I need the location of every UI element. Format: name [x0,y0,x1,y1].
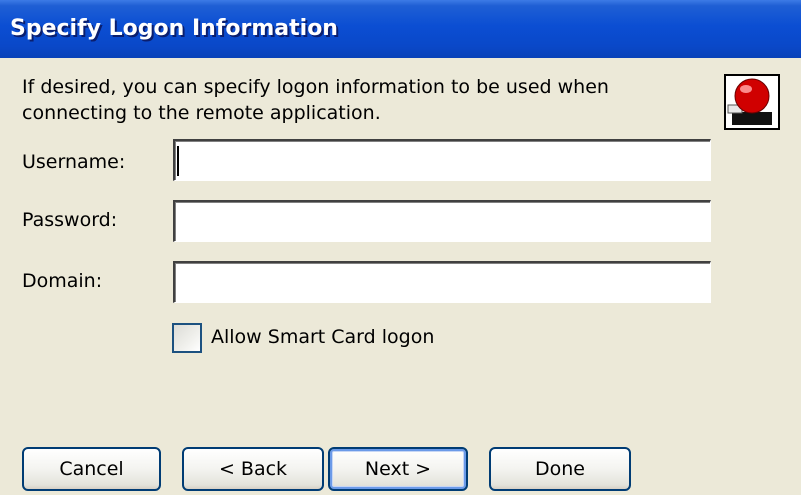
done-button[interactable]: Done [489,447,631,491]
domain-input[interactable] [173,261,711,303]
smartcard-checkbox[interactable] [172,323,202,353]
next-button[interactable]: Next > [328,447,468,491]
smartcard-label[interactable]: Allow Smart Card logon [211,326,434,348]
password-label: Password: [22,209,118,231]
server-icon [724,74,780,130]
logon-dialog: Specify Logon Information If desired, yo… [0,0,801,495]
username-input[interactable] [173,139,711,181]
password-input[interactable] [173,200,711,242]
cancel-button[interactable]: Cancel [22,447,161,491]
title-bar: Specify Logon Information [0,0,801,58]
domain-label: Domain: [22,270,103,292]
text-caret [177,146,179,176]
dialog-title: Specify Logon Information [10,16,338,41]
back-button[interactable]: < Back [182,447,324,491]
username-label: Username: [22,151,126,173]
dialog-description: If desired, you can specify logon inform… [22,76,609,124]
